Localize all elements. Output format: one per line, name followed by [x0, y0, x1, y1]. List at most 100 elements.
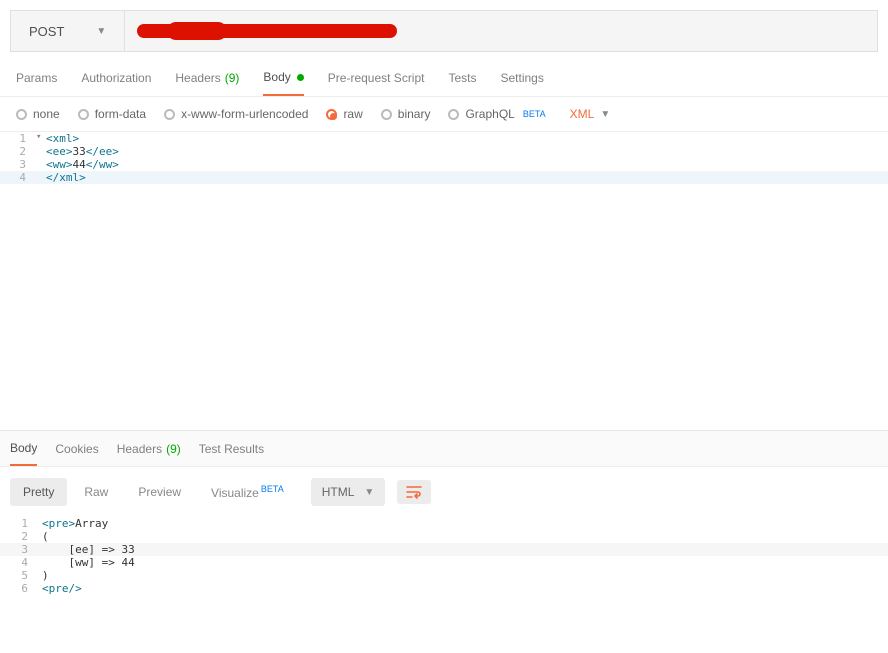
line-number: 1 [0, 517, 42, 530]
radio-label: none [33, 107, 60, 121]
code-content: [ww] => 44 [42, 556, 135, 569]
radio-icon [448, 109, 459, 120]
radio-graphql[interactable]: GraphQL BETA [448, 107, 545, 121]
code-content: ) [42, 569, 49, 582]
http-method-select[interactable]: POST ▼ [11, 11, 125, 51]
tab-label: Body [263, 70, 290, 84]
editor-line[interactable]: 5) [0, 569, 888, 582]
fold-icon[interactable]: ▾ [36, 132, 46, 145]
beta-badge: BETA [523, 109, 546, 119]
tab-settings[interactable]: Settings [501, 70, 544, 96]
view-label: Preview [138, 485, 181, 499]
radio-raw[interactable]: raw [326, 107, 362, 121]
code-content: <ee>33</ee> [46, 145, 119, 158]
tab-label: Test Results [199, 442, 264, 456]
format-value: XML [570, 107, 595, 121]
line-number: 3 [0, 158, 36, 171]
tab-authorization[interactable]: Authorization [81, 70, 151, 96]
code-content: <pre>Array [42, 517, 108, 530]
editor-line[interactable]: 6<pre/> [0, 582, 888, 595]
view-preview[interactable]: Preview [125, 478, 194, 506]
tab-label: Params [16, 71, 57, 85]
tab-label: Authorization [81, 71, 151, 85]
view-raw[interactable]: Raw [71, 478, 121, 506]
radio-label: binary [398, 107, 431, 121]
headers-count: (9) [166, 442, 181, 456]
fold-icon[interactable] [36, 145, 46, 158]
editor-line[interactable]: 2( [0, 530, 888, 543]
editor-line[interactable]: 4 [ww] => 44 [0, 556, 888, 569]
radio-formdata[interactable]: form-data [78, 107, 146, 121]
radio-icon [326, 109, 337, 120]
modified-dot-icon [297, 74, 304, 81]
line-number: 1 [0, 132, 36, 145]
response-tab-testresults[interactable]: Test Results [199, 441, 264, 466]
line-number: 5 [0, 569, 42, 582]
line-number: 4 [0, 556, 42, 569]
fold-icon[interactable] [36, 158, 46, 171]
tab-headers[interactable]: Headers (9) [175, 70, 239, 96]
radio-label: x-www-form-urlencoded [181, 107, 308, 121]
response-tab-body[interactable]: Body [10, 441, 37, 466]
tab-label: Headers [117, 442, 162, 456]
radio-icon [78, 109, 89, 120]
url-bar: POST ▼ [10, 10, 878, 52]
editor-line[interactable]: 3 [ee] => 33 [0, 543, 888, 556]
line-number: 4 [0, 171, 36, 184]
url-input[interactable] [125, 11, 877, 51]
response-toolbar: Pretty Raw Preview VisualizeBETA HTML ▼ [0, 467, 888, 517]
request-tabs: Params Authorization Headers (9) Body Pr… [0, 52, 888, 97]
tab-label: Settings [501, 71, 544, 85]
radio-label: raw [343, 107, 362, 121]
radio-urlencoded[interactable]: x-www-form-urlencoded [164, 107, 308, 121]
http-method-value: POST [29, 24, 64, 39]
editor-line[interactable]: 4 </xml> [0, 171, 888, 184]
tab-body[interactable]: Body [263, 70, 303, 96]
response-format-select[interactable]: HTML ▼ [311, 478, 386, 506]
radio-icon [164, 109, 175, 120]
tab-label: Headers [175, 71, 220, 85]
response-tab-headers[interactable]: Headers (9) [117, 441, 181, 466]
radio-label: GraphQL [465, 107, 514, 121]
view-label: Visualize [211, 486, 259, 500]
view-visualize[interactable]: VisualizeBETA [198, 477, 297, 507]
code-content: <xml> [46, 132, 79, 145]
response-tabs: Body Cookies Headers (9) Test Results [0, 430, 888, 467]
editor-line[interactable]: 1<pre>Array [0, 517, 888, 530]
response-body-editor[interactable]: 1<pre>Array2(3 [ee] => 334 [ww] => 445)6… [0, 517, 888, 607]
view-label: Pretty [23, 485, 54, 499]
line-number: 2 [0, 530, 42, 543]
radio-label: form-data [95, 107, 146, 121]
tab-tests[interactable]: Tests [448, 70, 476, 96]
code-content: [ee] => 33 [42, 543, 135, 556]
editor-line[interactable]: 3 <ww>44</ww> [0, 158, 888, 171]
line-number: 2 [0, 145, 36, 158]
body-type-options: none form-data x-www-form-urlencoded raw… [0, 97, 888, 132]
editor-line[interactable]: 2 <ee>33</ee> [0, 145, 888, 158]
code-content: ( [42, 530, 49, 543]
tab-label: Tests [448, 71, 476, 85]
radio-none[interactable]: none [16, 107, 60, 121]
view-pretty[interactable]: Pretty [10, 478, 67, 506]
chevron-down-icon: ▼ [600, 109, 610, 120]
tab-params[interactable]: Params [16, 70, 57, 96]
code-content: </xml> [46, 171, 86, 184]
code-content: <ww>44</ww> [46, 158, 119, 171]
wrap-lines-button[interactable] [397, 480, 431, 504]
headers-count: (9) [225, 71, 240, 85]
line-number: 3 [0, 543, 42, 556]
beta-badge: BETA [261, 484, 284, 494]
tab-prerequest[interactable]: Pre-request Script [328, 70, 425, 96]
fold-icon[interactable] [36, 171, 46, 184]
wrap-icon [406, 485, 422, 499]
body-format-select[interactable]: XML ▼ [570, 107, 611, 121]
request-body-editor[interactable]: 1▾<xml>2<ee>33</ee>3<ww>44</ww>4</xml> [0, 132, 888, 430]
line-number: 6 [0, 582, 42, 595]
editor-line[interactable]: 1▾<xml> [0, 132, 888, 145]
format-value: HTML [322, 485, 355, 499]
chevron-down-icon: ▼ [364, 487, 374, 498]
tab-label: Pre-request Script [328, 71, 425, 85]
response-tab-cookies[interactable]: Cookies [55, 441, 98, 466]
radio-binary[interactable]: binary [381, 107, 431, 121]
code-content: <pre/> [42, 582, 82, 595]
